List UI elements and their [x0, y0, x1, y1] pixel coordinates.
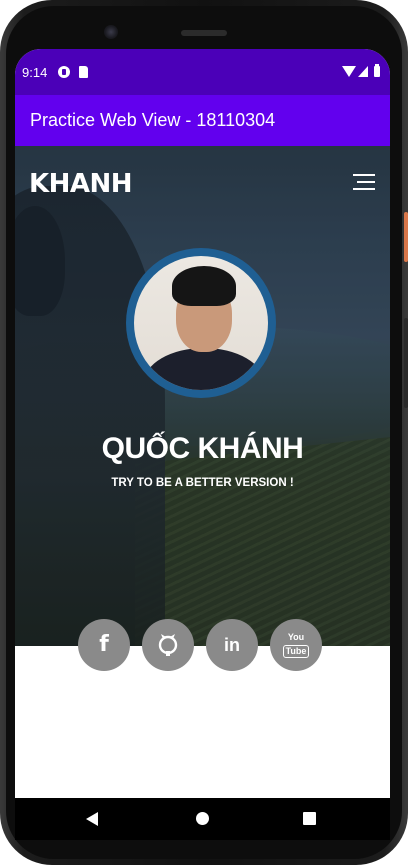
home-icon[interactable] [196, 812, 209, 825]
battery-icon [374, 64, 380, 77]
status-bar: 9:14 [15, 49, 390, 95]
sd-card-icon [79, 66, 88, 78]
profile-photo [134, 256, 268, 390]
volume-button [404, 318, 408, 408]
hero-section: KHANH QUỐC KHÁNH TRY TO BE A BETTER VERS… [15, 146, 390, 646]
photo-hair [172, 266, 236, 306]
notification-icon [58, 66, 70, 78]
app-title: Practice Web View - 18110304 [30, 110, 276, 130]
hamburger-menu-icon[interactable] [353, 174, 375, 190]
youtube-word-bottom: Tube [282, 645, 310, 658]
back-icon[interactable] [86, 812, 98, 826]
github-button[interactable] [142, 619, 194, 671]
facebook-button[interactable]: f [78, 619, 130, 671]
linkedin-icon: in [224, 635, 240, 655]
social-links: f in You Tube [78, 619, 324, 671]
linkedin-button[interactable]: in [206, 619, 258, 671]
signal-icon [358, 66, 368, 77]
youtube-button[interactable]: You Tube [270, 619, 322, 671]
youtube-icon: You Tube [270, 632, 322, 658]
github-icon [158, 634, 178, 656]
app-toolbar: Practice Web View - 18110304 [15, 95, 390, 146]
youtube-word-top: You [287, 632, 305, 642]
earpiece-speaker [181, 30, 227, 36]
front-camera [104, 25, 118, 39]
web-view[interactable]: KHANH QUỐC KHÁNH TRY TO BE A BETTER VERS… [15, 146, 390, 798]
site-logo[interactable]: KHANH [29, 169, 133, 199]
status-time: 9:14 [22, 65, 48, 80]
recents-icon[interactable] [303, 812, 316, 825]
profile-name: QUỐC KHÁNH [101, 432, 304, 465]
facebook-icon: f [99, 632, 109, 657]
wifi-icon [342, 66, 356, 77]
profile-avatar [126, 248, 276, 398]
power-button [404, 212, 408, 262]
system-navigation-bar [15, 798, 390, 840]
profile-tagline: TRY TO BE A BETTER VERSION ! [111, 477, 294, 489]
photo-shirt [144, 348, 264, 390]
device-screen: 9:14 Practice Web View - 18110304 KHANH [15, 49, 390, 798]
